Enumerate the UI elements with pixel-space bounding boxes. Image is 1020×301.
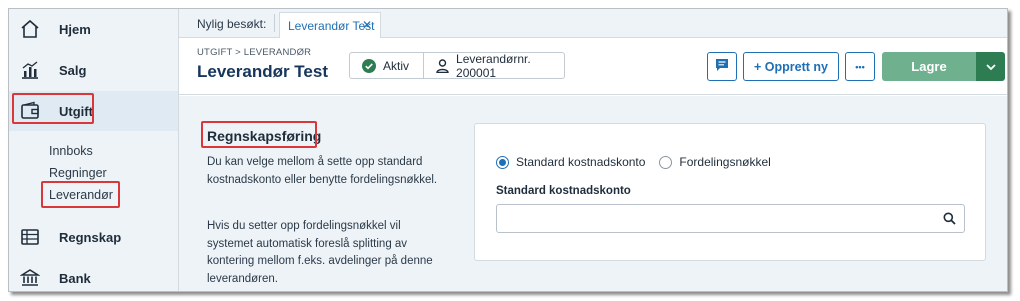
highlight-utgift: [12, 93, 94, 124]
radio-label: Fordelingsnøkkel: [679, 155, 771, 169]
create-new-button[interactable]: + Opprett ny: [743, 52, 839, 81]
description-paragraph-1: Du kan velge mellom å sette opp standard…: [207, 156, 438, 186]
radio-standard-kostnadskonto[interactable]: Standard kostnadskonto: [496, 155, 645, 169]
sidebar-item-bank[interactable]: Bank: [9, 258, 178, 291]
ledger-icon: [19, 226, 41, 248]
account-type-radio-group: Standard kostnadskonto Fordelingsnøkkel: [496, 155, 771, 169]
close-icon[interactable]: ✕: [362, 18, 372, 32]
highlight-leverandor: [41, 181, 120, 208]
sidebar-subitem-regninger[interactable]: Regninger: [49, 166, 107, 180]
more-options-button[interactable]: •••: [845, 52, 875, 81]
save-options-button[interactable]: [976, 52, 1005, 81]
sidebar-item-regnskap[interactable]: Regnskap: [9, 217, 178, 257]
check-circle-icon: [362, 58, 376, 73]
status-text: Aktiv: [383, 58, 410, 73]
supplier-number-text: Leverandørnr. 200001: [456, 51, 531, 80]
page-header: UTGIFT > LEVERANDØR Leverandør Test Akti…: [179, 38, 1007, 95]
status-badge: Aktiv: [350, 53, 425, 78]
standard-account-input[interactable]: [496, 204, 965, 233]
sidebar-item-label: Bank: [59, 270, 91, 286]
chevron-down-icon: [985, 58, 996, 76]
tab-divider: [274, 14, 275, 32]
sidebar-item-hjem[interactable]: Hjem: [9, 9, 178, 49]
standard-account-label: Standard kostnadskonto: [496, 185, 631, 197]
tab-leverandor-test[interactable]: Leverandør Test ✕: [279, 12, 381, 39]
sidebar-subitem-innboks[interactable]: Innboks: [49, 144, 93, 158]
highlight-regnskapsforing: [201, 121, 317, 148]
sidebar-item-salg[interactable]: Salg: [9, 50, 178, 90]
search-icon[interactable]: [943, 212, 956, 230]
sidebar-item-label: Salg: [59, 62, 87, 78]
bar-chart-icon: [19, 59, 41, 81]
tab-bar: Nylig besøkt: Leverandør Test ✕: [179, 9, 1007, 39]
recent-label: Nylig besøkt:: [197, 17, 267, 31]
accounting-settings-card: Standard kostnadskonto Fordelingsnøkkel …: [474, 123, 986, 261]
supplier-number: Leverandørnr. 200001: [424, 51, 564, 80]
radio-label: Standard kostnadskonto: [516, 155, 646, 169]
user-icon: [436, 58, 449, 73]
content-area: Regnskapsføring Du kan velge mellom å se…: [179, 96, 1007, 291]
comment-button[interactable]: [707, 52, 737, 81]
radio-fordelingsnokkel[interactable]: Fordelingsnøkkel: [659, 155, 771, 169]
sidebar-item-label: Regnskap: [59, 229, 122, 245]
home-icon: [19, 18, 41, 40]
page-title: Leverandør Test: [197, 62, 329, 81]
radio-selected-icon: [496, 155, 509, 169]
sidebar-item-label: Hjem: [59, 21, 91, 37]
app-window: Hjem Salg Utgift Innboks Regninger Lever…: [8, 8, 1008, 292]
bank-icon: [19, 267, 41, 289]
save-button[interactable]: Lagre: [882, 52, 976, 81]
sidebar: Hjem Salg Utgift Innboks Regninger Lever…: [9, 9, 179, 291]
radio-unselected-icon: [659, 155, 673, 169]
status-bar: Aktiv Leverandørnr. 200001: [349, 51, 565, 80]
comment-icon: [715, 58, 729, 75]
description-paragraph-2: Hvis du setter opp fordelingsnøkkel vil …: [207, 220, 433, 285]
breadcrumb[interactable]: UTGIFT > LEVERANDØR: [197, 47, 311, 58]
